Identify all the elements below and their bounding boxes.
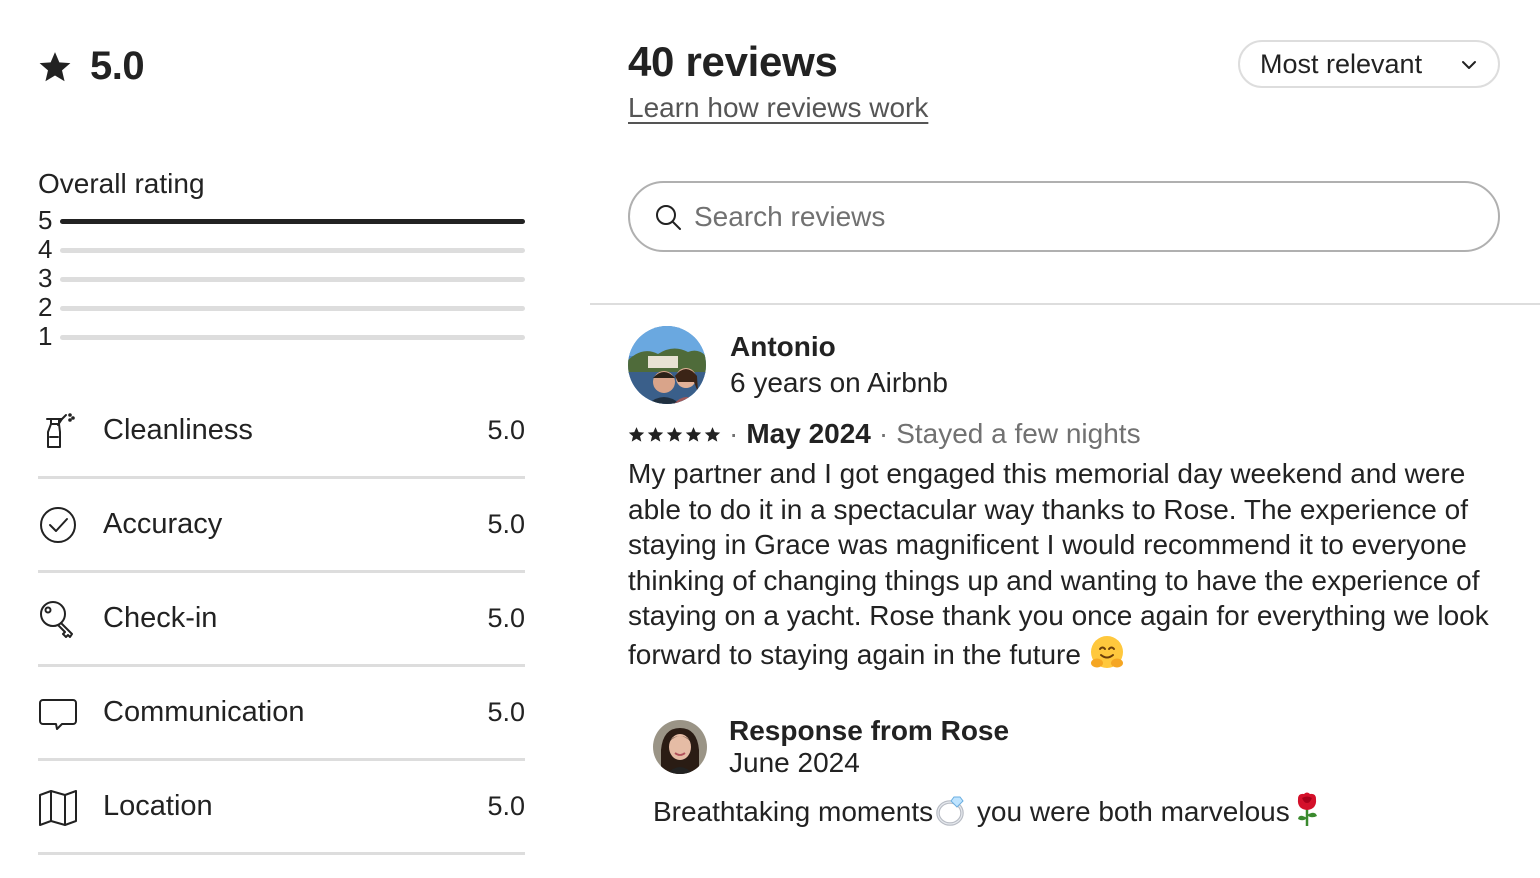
check-circle-icon [38,505,78,545]
chevron-down-icon [1462,61,1476,69]
response-info: Response from Rose June 2024 [729,715,1009,779]
review-item: Antonio 6 years on Airbnb · May 2024 · S… [628,326,1508,835]
category-label: Communication [103,696,305,728]
distribution-bar [60,248,525,253]
response-header: Response from Rose June 2024 [653,715,1508,779]
reviews-panel: 40 reviews Learn how reviews work Most r… [590,0,1540,878]
category-value: 5.0 [487,697,525,727]
distribution-row: 1 [38,322,525,351]
review-stars [628,426,721,443]
reviewer-info: Antonio 6 years on Airbnb [730,329,948,401]
category-checkin: Check-in 5.0 [38,573,525,667]
learn-how-reviews-work-link[interactable]: Learn how reviews work [628,92,928,124]
category-value: 5.0 [487,415,525,445]
review-date: May 2024 [746,418,871,449]
category-value: 5.0 [487,791,525,821]
category-label: Location [103,790,213,822]
distribution-star-label: 2 [38,292,53,322]
review-meta: · May 2024 · Stayed a few nights [628,418,1508,450]
category-value: 5.0 [487,509,525,539]
distribution-star-label: 1 [38,321,53,351]
overall-score-value: 5.0 [90,44,145,88]
distribution-row: 3 [38,264,525,293]
category-value: 5.0 [487,603,525,633]
reviewer-tenure: 6 years on Airbnb [730,367,948,398]
reviewer-name: Antonio [730,331,836,362]
review-body: My partner and I got engaged this memori… [628,458,1489,670]
ring-emoji-icon [933,791,969,835]
review-star-icon [704,426,721,442]
response-text-part1: Breathtaking moments [653,795,934,827]
category-label: Cleanliness [103,414,253,446]
sort-label: Most relevant [1260,48,1423,79]
category-communication: Communication 5.0 [38,667,525,761]
response-text: Breathtaking moments you were both marve… [653,791,1508,835]
category-label: Accuracy [103,508,223,540]
key-icon [38,599,78,639]
host-avatar[interactable] [653,719,707,774]
overall-score: 5.0 [38,44,145,89]
star-icon [39,51,71,81]
category-cleanliness: Cleanliness 5.0 [38,385,525,479]
chat-bubble-icon [38,693,78,733]
map-icon [38,787,78,827]
response-text-part2: you were both marvelous [969,795,1290,827]
rose-emoji-icon [1290,791,1324,835]
category-location: Location 5.0 [38,761,525,855]
distribution-bar [60,277,525,282]
host-response: Response from Rose June 2024 Breathtakin… [653,715,1508,835]
reviews-count: 40 reviews [628,38,838,85]
review-header: Antonio 6 years on Airbnb [628,326,1508,404]
distribution-title: Overall rating [38,168,205,199]
review-star-icon [685,426,702,442]
response-title: Response from Rose [729,714,1010,746]
distribution-bar [60,335,525,340]
distribution-row: 4 [38,235,525,264]
review-star-icon [628,426,645,442]
hugging-face-emoji-icon [1089,634,1125,679]
distribution-bar [60,306,525,311]
category-ratings: Cleanliness 5.0 Accuracy 5.0 Check-in 5.… [38,385,525,855]
search-input[interactable] [694,200,1454,233]
distribution-bar [60,219,525,224]
distribution-bar-fill [60,219,525,224]
response-date: June 2024 [729,746,860,778]
spray-bottle-icon [38,411,78,451]
distribution-star-label: 4 [38,234,53,264]
distribution-row: 5 [38,206,525,235]
review-star-icon [647,426,664,442]
search-icon [656,204,681,230]
meta-separator: · [729,418,739,449]
review-star-icon [666,426,683,442]
category-label: Check-in [103,602,218,634]
distribution-star-label: 5 [38,205,53,235]
meta-separator: · [878,418,889,449]
rating-distribution: Overall rating 5 4 3 2 1 [38,168,525,351]
review-text: My partner and I got engaged this memori… [628,456,1508,679]
review-stay-length: Stayed a few nights [896,418,1141,449]
distribution-star-label: 3 [38,263,53,293]
distribution-row: 2 [38,293,525,322]
divider [590,303,1540,305]
search-reviews-field[interactable] [628,181,1500,252]
sort-dropdown[interactable]: Most relevant [1238,40,1500,88]
reviewer-avatar[interactable] [628,326,706,404]
category-accuracy: Accuracy 5.0 [38,479,525,573]
